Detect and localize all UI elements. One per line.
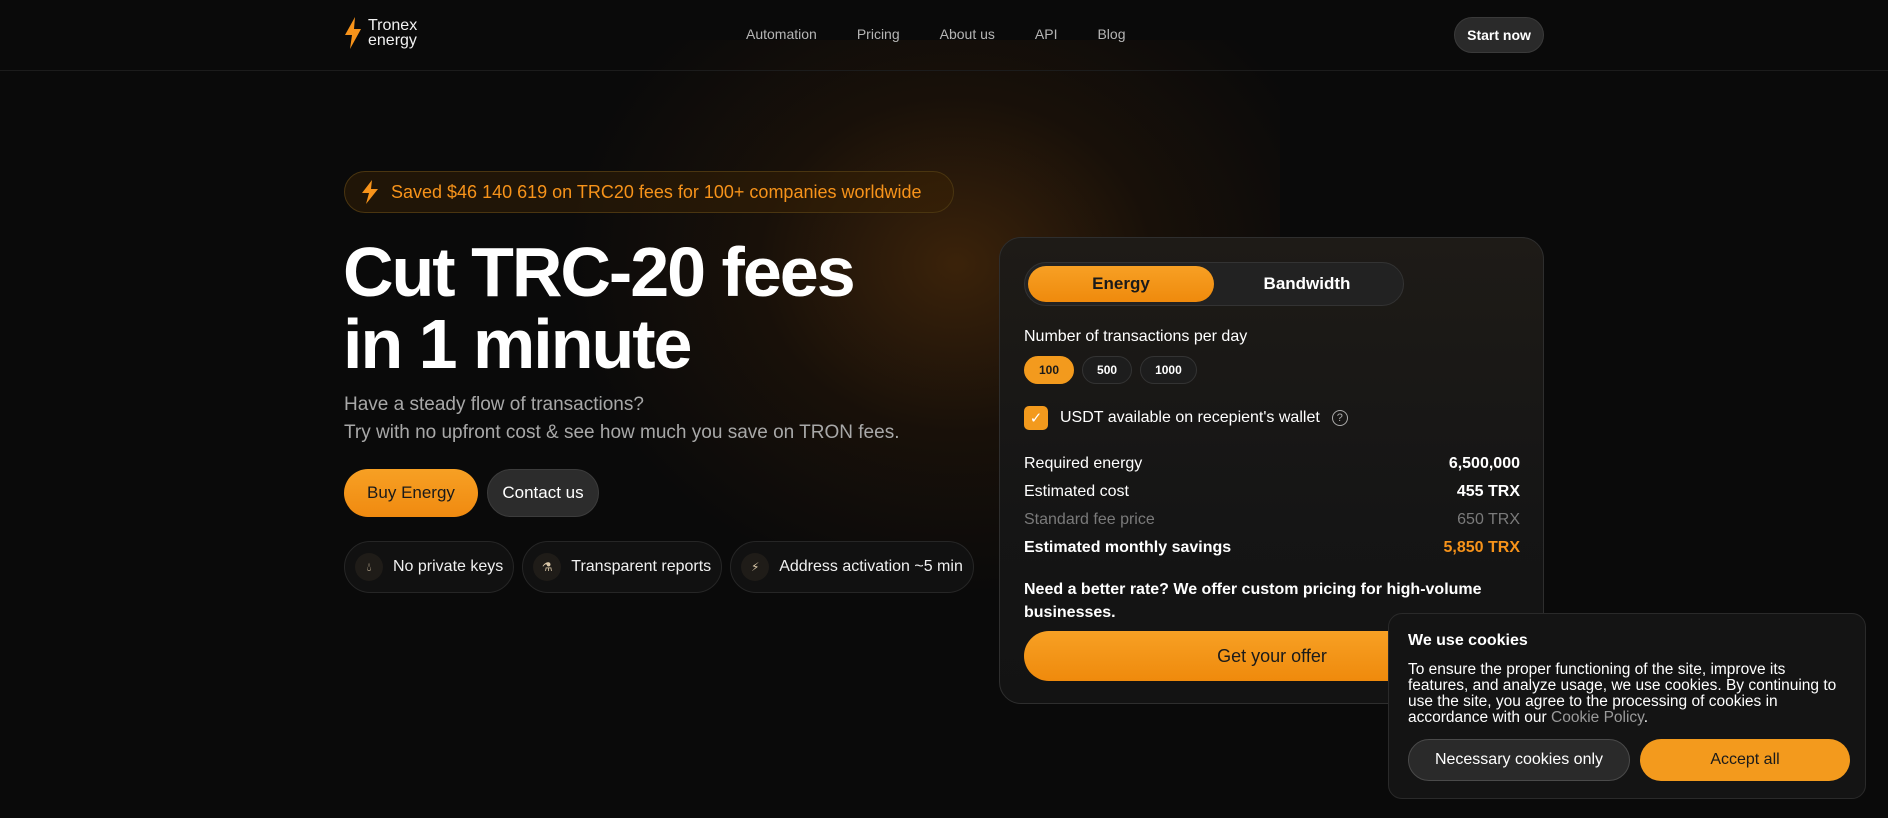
calculation-results: Required energy 6,500,000 Estimated cost… — [1024, 450, 1520, 562]
result-value: 5,850 TRX — [1443, 539, 1520, 556]
tab-energy[interactable]: Energy — [1028, 266, 1214, 302]
result-value: 6,500,000 — [1448, 455, 1520, 472]
feature-label: Transparent reports — [571, 558, 712, 575]
result-row-monthly-savings: Estimated monthly savings 5,850 TRX — [1024, 534, 1520, 562]
droplet-icon: 💧︎ — [355, 553, 383, 581]
logo-name-line1: Tronex — [368, 17, 418, 34]
title-line-1: Cut TRC-20 fees — [343, 233, 856, 311]
accept-all-button[interactable]: Accept all — [1640, 739, 1850, 781]
transactions-options: 100 500 1000 — [1024, 356, 1197, 384]
nav-item-blog[interactable]: Blog — [1097, 26, 1125, 42]
start-now-button[interactable]: Start now — [1454, 17, 1544, 53]
cookie-actions: Necessary cookies only Accept all — [1408, 739, 1850, 781]
badge-text: Saved $46 140 619 on TRC20 fees for 100+… — [391, 181, 922, 202]
nav-item-about[interactable]: About us — [940, 26, 995, 42]
usdt-checkbox-label: USDT available on recepient's wallet — [1060, 409, 1320, 426]
title-line-2: in 1 minute — [343, 305, 692, 383]
nav-item-api[interactable]: API — [1035, 26, 1058, 42]
feature-label: Address activation ~5 min — [779, 558, 963, 575]
tx-option-500[interactable]: 500 — [1082, 356, 1133, 384]
result-label: Estimated monthly savings — [1024, 539, 1232, 556]
usdt-checkbox-row: ✓ USDT available on recepient's wallet ? — [1024, 406, 1348, 430]
logo-name-line2: energy — [368, 32, 417, 49]
check-icon: ✓ — [1029, 410, 1043, 427]
result-value: 650 TRX — [1457, 511, 1520, 528]
result-label: Estimated cost — [1024, 483, 1129, 500]
cookie-period: . — [1643, 709, 1649, 726]
result-value: 455 TRX — [1456, 483, 1520, 500]
subtitle-line-1: Have a steady flow of transactions? — [344, 394, 644, 415]
logo[interactable]: Tronex energy — [344, 17, 428, 49]
feature-transparent-reports: ⚗︎ Transparent reports — [522, 541, 723, 593]
cookie-banner: We use cookies To ensure the proper func… — [1388, 613, 1866, 799]
feature-list: 💧︎ No private keys ⚗︎ Transparent report… — [344, 541, 974, 593]
cookie-text: To ensure the proper functioning of the … — [1408, 662, 1848, 726]
lightning-bolt-icon: ⚡︎ — [741, 553, 770, 581]
feature-address-activation: ⚡︎ Address activation ~5 min — [730, 541, 974, 593]
resource-toggle: Energy Bandwidth — [1024, 262, 1404, 306]
transactions-label: Number of transactions per day — [1024, 328, 1248, 345]
tx-option-100[interactable]: 100 — [1024, 356, 1075, 384]
nav-item-automation[interactable]: Automation — [746, 26, 817, 42]
feature-label: No private keys — [393, 558, 504, 575]
main-nav: Automation Pricing About us API Blog — [746, 26, 1126, 42]
result-label: Standard fee price — [1024, 511, 1155, 528]
result-row-standard-fee: Standard fee price 650 TRX — [1024, 506, 1520, 534]
hero-subtitle: Have a steady flow of transactions? Try … — [344, 391, 899, 447]
result-row-estimated-cost: Estimated cost 455 TRX — [1024, 478, 1520, 506]
lightning-bolt-icon — [345, 17, 361, 49]
savings-badge: Saved $46 140 619 on TRC20 fees for 100+… — [344, 171, 954, 213]
contact-us-button[interactable]: Contact us — [487, 469, 599, 517]
result-label: Required energy — [1024, 455, 1143, 472]
lightning-bolt-icon — [362, 180, 378, 204]
tab-bandwidth[interactable]: Bandwidth — [1214, 266, 1400, 302]
cookie-title: We use cookies — [1408, 632, 1528, 649]
site-header: Tronex energy Automation Pricing About u… — [0, 0, 1888, 71]
feature-no-private-keys: 💧︎ No private keys — [344, 541, 515, 593]
help-icon[interactable]: ? — [1331, 410, 1348, 426]
tx-option-1000[interactable]: 1000 — [1140, 356, 1197, 384]
nav-item-pricing[interactable]: Pricing — [857, 26, 900, 42]
flask-icon: ⚗︎ — [533, 553, 562, 581]
logo-text: Tronex energy — [368, 17, 428, 49]
cookie-policy-link[interactable]: Cookie Policy — [1551, 709, 1644, 726]
buy-energy-button[interactable]: Buy Energy — [344, 469, 478, 517]
usdt-checkbox[interactable]: ✓ — [1024, 406, 1048, 430]
necessary-cookies-button[interactable]: Necessary cookies only — [1408, 739, 1630, 781]
result-row-required-energy: Required energy 6,500,000 — [1024, 450, 1520, 478]
page-title: Cut TRC-20 fees in 1 minute — [343, 236, 943, 380]
subtitle-line-2: Try with no upfront cost & see how much … — [344, 422, 900, 443]
